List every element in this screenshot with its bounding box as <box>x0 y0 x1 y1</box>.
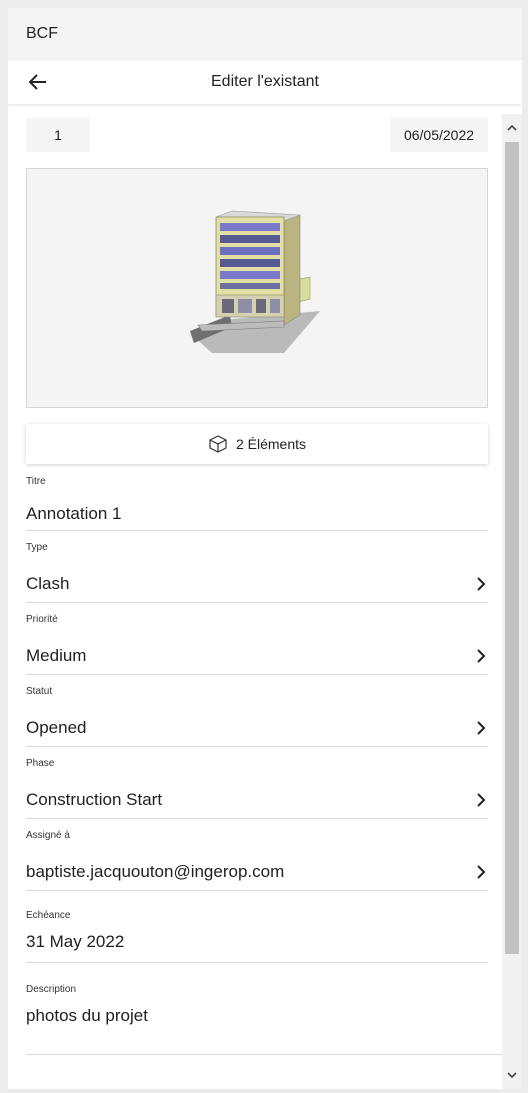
scroll-down-arrow-icon[interactable] <box>502 1065 522 1085</box>
field-status-value: Opened <box>26 718 87 737</box>
topic-date: 06/05/2022 <box>390 118 488 152</box>
chevron-right-icon[interactable] <box>474 864 488 880</box>
field-type-value: Clash <box>26 574 70 593</box>
field-phase-value: Construction Start <box>26 790 163 809</box>
cube-icon <box>209 435 227 453</box>
topic-number: 1 <box>26 118 90 152</box>
field-title-value[interactable]: Annotation 1 <box>26 504 121 524</box>
app-header: BCF <box>8 8 522 60</box>
elements-button-label: 2 Éléments <box>235 436 307 452</box>
back-button[interactable] <box>26 70 50 94</box>
chevron-right-icon[interactable] <box>474 792 488 808</box>
field-phase[interactable]: Phase Construction Start <box>26 754 488 819</box>
nav-bar: Editer l'existant <box>8 60 522 104</box>
field-due-date[interactable]: Echéance 31 May 2022 <box>26 898 488 963</box>
field-type[interactable]: Type Clash <box>26 538 488 603</box>
scroll-area[interactable]: 1 06/05/2022 2 Éléments Titre Annotation… <box>8 114 522 1089</box>
field-title[interactable]: Titre Annotation 1 <box>26 474 488 531</box>
arrow-left-icon <box>29 74 46 90</box>
topic-header-row: 1 06/05/2022 <box>26 114 488 162</box>
field-priority-label: Priorité <box>26 614 58 625</box>
scroll-up-arrow-icon[interactable] <box>502 118 522 138</box>
field-priority-value: Medium <box>26 646 87 665</box>
field-due-date-label: Echéance <box>26 910 71 921</box>
field-phase-label: Phase <box>26 758 55 769</box>
field-description-label: Description <box>26 984 77 995</box>
bcf-panel: BCF Editer l'existant 1 06/05/2022 2 Élé… <box>8 8 522 1089</box>
elements-button[interactable]: 2 Éléments <box>26 424 488 464</box>
field-due-date-value[interactable]: 31 May 2022 <box>26 932 124 952</box>
field-assigned-value: baptiste.jacquouton@ingerop.com <box>26 862 285 881</box>
field-type-label: Type <box>26 542 48 553</box>
field-priority[interactable]: Priorité Medium <box>26 610 488 675</box>
field-status-label: Statut <box>26 686 53 697</box>
chevron-right-icon[interactable] <box>474 720 488 736</box>
vertical-scrollbar[interactable] <box>502 114 522 1089</box>
field-status[interactable]: Statut Opened <box>26 682 488 747</box>
field-description-value[interactable]: photos du projet <box>26 1006 148 1026</box>
topic-form: 1 06/05/2022 2 Éléments Titre Annotation… <box>26 114 502 1055</box>
field-title-label: Titre <box>26 476 46 487</box>
field-assigned-label: Assigné à <box>26 830 70 841</box>
model-snapshot[interactable] <box>26 168 488 408</box>
page-title: Editer l'existant <box>211 73 319 90</box>
app-title: BCF <box>26 25 58 42</box>
scrollbar-thumb[interactable] <box>505 142 519 954</box>
chevron-right-icon[interactable] <box>474 648 488 664</box>
building-snapshot-image <box>190 210 320 353</box>
field-description[interactable]: Description photos du projet <box>26 970 502 1055</box>
chevron-right-icon[interactable] <box>474 576 488 592</box>
field-assigned[interactable]: Assigné à baptiste.jacquouton@ingerop.co… <box>26 826 488 891</box>
